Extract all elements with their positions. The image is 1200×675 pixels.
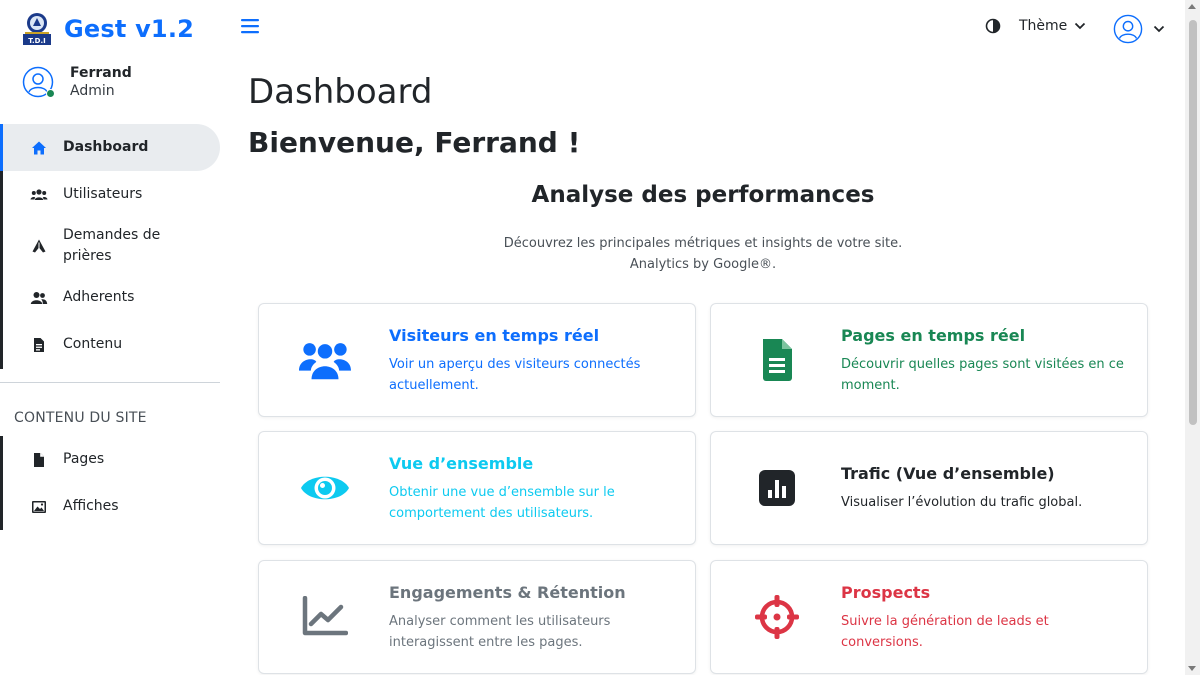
welcome-suffix: ! bbox=[557, 126, 581, 159]
card-title: Prospects bbox=[841, 583, 931, 602]
user-role: Admin bbox=[70, 83, 115, 99]
sidebar-item-pages[interactable]: Pages bbox=[0, 436, 220, 483]
card-title: Visiteurs en temps réel bbox=[389, 326, 600, 345]
user-name: Ferrand bbox=[70, 65, 132, 81]
card-description: Découvrir quelles pages sont visitées en… bbox=[841, 357, 1124, 393]
user-panel[interactable]: Ferrand Admin bbox=[22, 64, 132, 100]
card-visiteurs-temps-reel[interactable]: Visiteurs en temps réel Voir un aperçu d… bbox=[258, 303, 696, 417]
chevron-down-icon bbox=[1153, 25, 1165, 33]
card-title: Engagements & Rétention bbox=[389, 583, 626, 602]
sidebar-item-label: Contenu bbox=[63, 336, 123, 352]
sidebar-section-title: CONTENU DU SITE bbox=[14, 410, 147, 426]
page-scrollbar[interactable] bbox=[1185, 0, 1200, 675]
welcome-prefix: Bienvenue, bbox=[248, 126, 435, 159]
sidebar-nav-content: Pages Affiches bbox=[0, 436, 220, 530]
line-chart-icon bbox=[299, 591, 351, 643]
eye-icon bbox=[299, 462, 351, 514]
sidebar-item-label: Demandes de prières bbox=[63, 227, 161, 264]
sheet-icon bbox=[751, 334, 803, 386]
account-dropdown[interactable] bbox=[1113, 14, 1165, 44]
card-engagements-retention[interactable]: Engagements & Rétention Analyser comment… bbox=[258, 560, 696, 674]
theme-label: Thème bbox=[1019, 18, 1068, 34]
avatar bbox=[22, 66, 55, 98]
sidebar-item-utilisateurs[interactable]: Utilisateurs bbox=[0, 171, 220, 218]
church-logo-icon: T.D.I bbox=[23, 13, 51, 45]
sidebar-nav: Dashboard Utilisateurs Demandes de prièr… bbox=[0, 124, 220, 368]
card-vue-ensemble[interactable]: Vue d’ensemble Obtenir une vue d’ensembl… bbox=[258, 431, 696, 545]
card-description: Suivre la génération de leads et convers… bbox=[841, 614, 1049, 650]
user-group-icon bbox=[30, 289, 48, 307]
document-icon bbox=[30, 336, 48, 354]
sidebar-item-adherents[interactable]: Adherents bbox=[0, 274, 220, 321]
card-prospects[interactable]: Prospects Suivre la génération de leads … bbox=[710, 560, 1148, 674]
sidebar-divider bbox=[0, 382, 220, 383]
sidebar-item-label: Pages bbox=[63, 451, 105, 467]
welcome-name: Ferrand bbox=[434, 126, 558, 159]
card-title: Vue d’ensemble bbox=[389, 454, 534, 473]
crosshair-icon bbox=[751, 591, 803, 643]
sidebar-item-label: Dashboard bbox=[63, 139, 149, 155]
praying-hands-icon bbox=[30, 237, 48, 255]
sidebar-item-label: Utilisateurs bbox=[63, 186, 143, 202]
analysis-subtitle: Découvrez les principales métriques et i… bbox=[258, 233, 1148, 275]
card-description: Voir un aperçu des visiteurs connectés a… bbox=[389, 357, 641, 393]
logo-caption: T.D.I bbox=[28, 37, 45, 45]
contrast-icon bbox=[985, 18, 1001, 34]
image-icon bbox=[30, 498, 48, 516]
scrollbar-thumb[interactable] bbox=[1189, 20, 1197, 425]
card-description: Obtenir une vue d’ensemble sur le compor… bbox=[389, 485, 615, 521]
card-trafic[interactable]: Trafic (Vue d’ensemble) Visualiser l’évo… bbox=[710, 431, 1148, 545]
brand-title: Gest v1.2 bbox=[64, 15, 195, 43]
home-icon bbox=[30, 139, 48, 157]
theme-dropdown[interactable]: Thème bbox=[985, 18, 1086, 34]
scroll-up-arrow-icon[interactable] bbox=[1188, 4, 1196, 9]
users-icon bbox=[30, 186, 48, 204]
bar-chart-icon bbox=[751, 462, 803, 514]
users-icon bbox=[299, 334, 351, 386]
card-description: Visualiser l’évolution du trafic global. bbox=[841, 495, 1083, 510]
sidebar: T.D.I Gest v1.2 Ferrand Admin Dashboard … bbox=[0, 0, 220, 675]
hamburger-icon[interactable] bbox=[240, 16, 260, 36]
card-description: Analyser comment les utilisateurs intera… bbox=[389, 614, 611, 650]
subtitle-line: Analytics by Google®. bbox=[629, 257, 777, 272]
card-title: Trafic (Vue d’ensemble) bbox=[841, 464, 1055, 483]
card-pages-temps-reel[interactable]: Pages en temps réel Découvrir quelles pa… bbox=[710, 303, 1148, 417]
sidebar-item-label: Affiches bbox=[63, 498, 119, 514]
user-circle-icon bbox=[1113, 14, 1143, 44]
brand[interactable]: T.D.I Gest v1.2 bbox=[22, 12, 194, 46]
app-root: T.D.I Gest v1.2 Ferrand Admin Dashboard … bbox=[0, 0, 1200, 675]
page-title: Dashboard bbox=[248, 72, 433, 112]
file-icon bbox=[30, 451, 48, 469]
card-title: Pages en temps réel bbox=[841, 326, 1026, 345]
sidebar-item-contenu[interactable]: Contenu bbox=[0, 321, 220, 368]
scroll-down-arrow-icon[interactable] bbox=[1188, 666, 1196, 671]
welcome-heading: Bienvenue, Ferrand ! bbox=[248, 126, 580, 159]
chevron-down-icon bbox=[1075, 22, 1086, 30]
sidebar-item-label: Adherents bbox=[63, 289, 135, 305]
subtitle-line: Découvrez les principales métriques et i… bbox=[503, 236, 903, 251]
sidebar-item-dashboard[interactable]: Dashboard bbox=[3, 124, 220, 171]
sidebar-item-demandes-de-prieres[interactable]: Demandes de prières bbox=[0, 218, 220, 274]
online-status-dot bbox=[46, 89, 55, 98]
analysis-title: Analyse des performances bbox=[531, 182, 875, 208]
sidebar-item-affiches[interactable]: Affiches bbox=[0, 483, 220, 530]
